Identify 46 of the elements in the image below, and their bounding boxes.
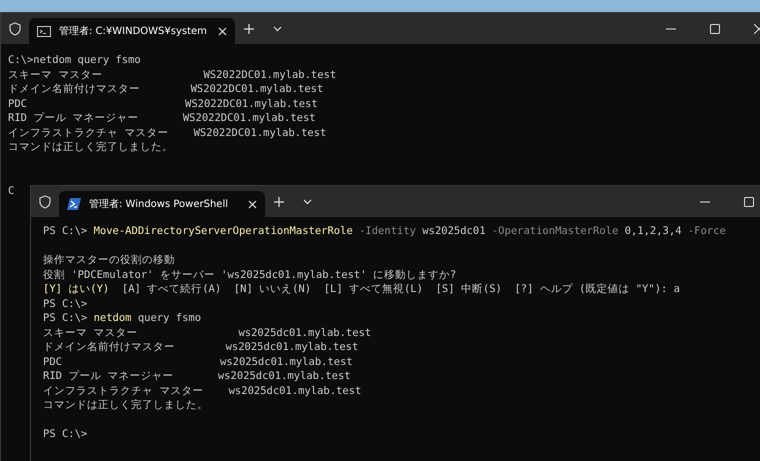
terminal-text: RID プール マネージャー WS2022DC01.mylab.test xyxy=(8,112,316,124)
console-icon xyxy=(37,26,51,36)
terminal-text: PS C:\> xyxy=(43,428,88,440)
maximize-icon[interactable] xyxy=(710,24,720,34)
terminal-text: インフラストラクチャ マスター ws2025dc01.mylab.test xyxy=(43,384,362,396)
terminal-text: [A] すべて続行(A) [N] いいえ(N) [L] すべて無視(L) [S] 中断(S) [?] ヘルプ (既定値は "Y"): a xyxy=(120,283,680,295)
terminal-text: ドメイン名前付けマスター WS2022DC01.mylab.test xyxy=(8,83,324,95)
minimize-icon[interactable] xyxy=(700,200,710,202)
chevron-down-icon[interactable] xyxy=(302,198,312,204)
terminal-text: ドメイン名前付けマスター ws2025dc01.mylab.test xyxy=(43,341,358,353)
terminal-text: PS C:\> xyxy=(43,225,88,237)
terminal-text: インフラストラクチャ マスター WS2022DC01.mylab.test xyxy=(8,126,326,138)
terminal-text: コマンドは正しく完了しました。 xyxy=(8,141,173,153)
terminal-tab[interactable]: 管理者: Windows PowerShell xyxy=(59,191,265,217)
terminal-text: -OperationMasterRole xyxy=(490,225,618,237)
terminal-text: 役割 'PDCEmulator' をサーバー 'ws2025dc01.mylab.test' に移動しますか? xyxy=(43,268,456,280)
terminal-text: [Y] はい(Y) xyxy=(43,283,110,295)
terminal-text: query fsmo xyxy=(136,312,202,324)
close-icon[interactable] xyxy=(218,26,227,36)
terminal-text: スキーマ マスター ws2025dc01.mylab.test xyxy=(43,326,372,338)
shield-icon xyxy=(39,194,51,208)
terminal-text: Move-ADDirectoryServerOperationMasterRole xyxy=(94,225,353,237)
plus-icon[interactable] xyxy=(244,24,254,34)
terminal-text: C xyxy=(8,184,14,196)
maximize-icon[interactable] xyxy=(744,196,754,206)
terminal-text: C:\>netdom query fsmo xyxy=(8,54,141,66)
close-icon[interactable] xyxy=(248,200,257,208)
terminal-text: 操作マスターの役割の移動 xyxy=(43,254,175,266)
terminal-text: スキーマ マスター WS2022DC01.mylab.test xyxy=(8,68,336,80)
terminal-tab[interactable]: 管理者: C:¥WINDOWS¥system xyxy=(29,18,235,44)
terminal-text: -Force xyxy=(686,225,726,237)
prompt-icon xyxy=(67,198,81,210)
terminal-text: PS C:\> xyxy=(43,312,88,324)
shield-icon xyxy=(9,22,21,36)
terminal-text: RID プール マネージャー ws2025dc01.mylab.test xyxy=(43,370,351,382)
plus-icon[interactable] xyxy=(274,196,284,206)
terminal-text: -Identity xyxy=(358,225,416,237)
terminal-text: PDC WS2022DC01.mylab.test xyxy=(8,98,318,110)
terminal-text: 0,1,2,3,4 xyxy=(624,225,682,237)
minimize-icon[interactable] xyxy=(666,28,676,30)
terminal-text: ws2025dc01 xyxy=(421,225,486,237)
terminal-text: PS C:\> xyxy=(43,298,88,310)
terminal-text: コマンドは正しく完了しました。 xyxy=(43,399,208,411)
terminal-text: netdom xyxy=(94,312,132,324)
chevron-down-icon[interactable] xyxy=(272,26,282,32)
terminal-text: PDC ws2025dc01.mylab.test xyxy=(43,356,353,368)
